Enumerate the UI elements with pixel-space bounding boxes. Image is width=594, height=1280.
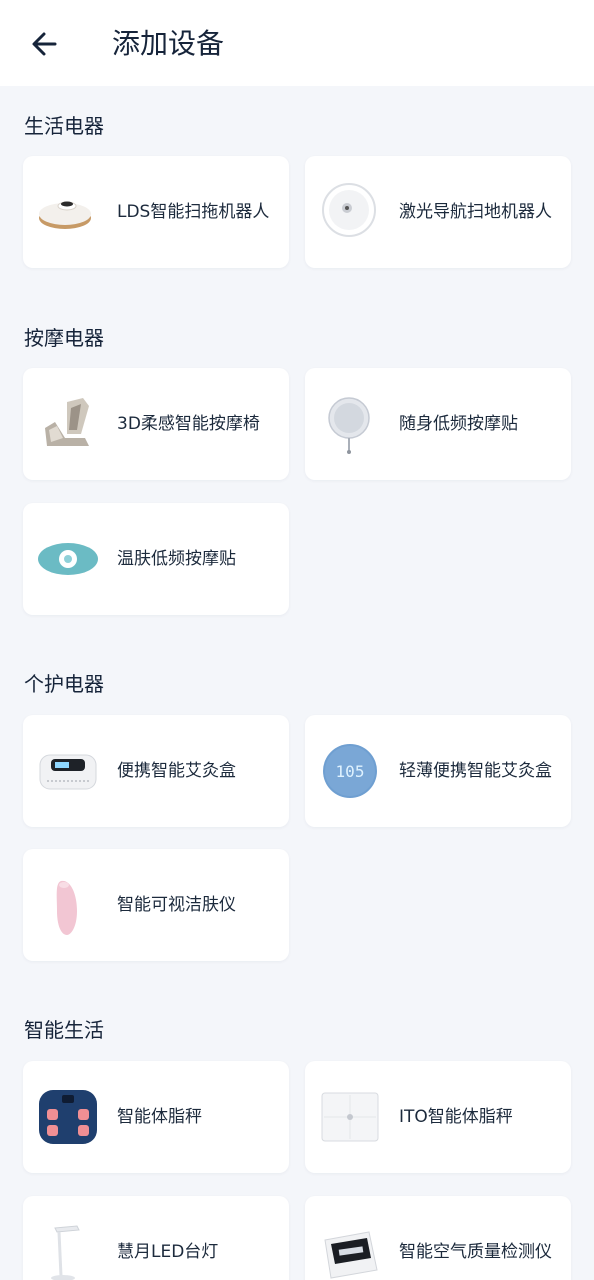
device-label: LDS智能扫拖机器人 xyxy=(117,202,270,222)
device-card-warm-massage-pad[interactable]: 温肤低频按摩贴 xyxy=(23,503,289,615)
device-label: 随身低频按摩贴 xyxy=(399,414,518,434)
device-card-thin-moxibustion-box[interactable]: 105 轻薄便携智能艾灸盒 xyxy=(305,715,571,827)
device-label: 智能可视洁肤仪 xyxy=(117,895,236,915)
air-quality-monitor-icon xyxy=(319,1222,381,1280)
moxibustion-box-icon xyxy=(37,741,99,801)
device-card-ito-body-fat-scale[interactable]: ITO智能体脂秤 xyxy=(305,1061,571,1173)
device-card-skin-cleanser[interactable]: 智能可视洁肤仪 xyxy=(23,849,289,961)
svg-text:105: 105 xyxy=(336,762,365,781)
device-card-portable-massage-pad[interactable]: 随身低频按摩贴 xyxy=(305,368,571,480)
device-label: 激光导航扫地机器人 xyxy=(399,202,552,222)
body-fat-scale-blue-icon xyxy=(37,1087,99,1147)
device-label: 智能体脂秤 xyxy=(117,1107,202,1127)
device-card-body-fat-scale[interactable]: 智能体脂秤 xyxy=(23,1061,289,1173)
device-card-massage-chair[interactable]: 3D柔感智能按摩椅 xyxy=(23,368,289,480)
device-label: 3D柔感智能按摩椅 xyxy=(117,414,260,434)
device-label: 便携智能艾灸盒 xyxy=(117,761,236,781)
massage-pad-round-icon xyxy=(319,394,381,454)
section-title-massage-appliances: 按摩电器 xyxy=(24,326,104,350)
desk-lamp-icon xyxy=(37,1222,99,1280)
device-card-moxibustion-box[interactable]: 便携智能艾灸盒 xyxy=(23,715,289,827)
robot-vacuum-white-icon xyxy=(319,182,381,242)
robot-vacuum-icon xyxy=(37,182,99,242)
device-label: 轻薄便携智能艾灸盒 xyxy=(399,761,552,781)
massage-chair-icon xyxy=(37,394,99,454)
device-card-laser-robot[interactable]: 激光导航扫地机器人 xyxy=(305,156,571,268)
device-card-lds-robot[interactable]: LDS智能扫拖机器人 xyxy=(23,156,289,268)
device-label: ITO智能体脂秤 xyxy=(399,1107,513,1127)
moxibustion-round-icon: 105 xyxy=(319,741,381,801)
section-title-personal-care: 个护电器 xyxy=(24,672,104,696)
section-title-smart-life: 智能生活 xyxy=(24,1018,104,1042)
body-fat-scale-white-icon xyxy=(319,1087,381,1147)
device-card-air-quality-monitor[interactable]: 智能空气质量检测仪 xyxy=(305,1196,571,1280)
device-label: 慧月LED台灯 xyxy=(117,1242,219,1262)
arrow-left-icon xyxy=(32,32,57,56)
device-card-desk-lamp[interactable]: 慧月LED台灯 xyxy=(23,1196,289,1280)
back-button[interactable] xyxy=(24,24,64,64)
massage-pad-oval-icon xyxy=(37,529,99,589)
skin-cleanser-icon xyxy=(37,875,99,935)
page-title: 添加设备 xyxy=(112,27,225,60)
section-title-life-appliances: 生活电器 xyxy=(24,114,104,138)
app-header: 添加设备 xyxy=(0,0,594,86)
device-label: 智能空气质量检测仪 xyxy=(399,1242,552,1262)
device-label: 温肤低频按摩贴 xyxy=(117,549,236,569)
